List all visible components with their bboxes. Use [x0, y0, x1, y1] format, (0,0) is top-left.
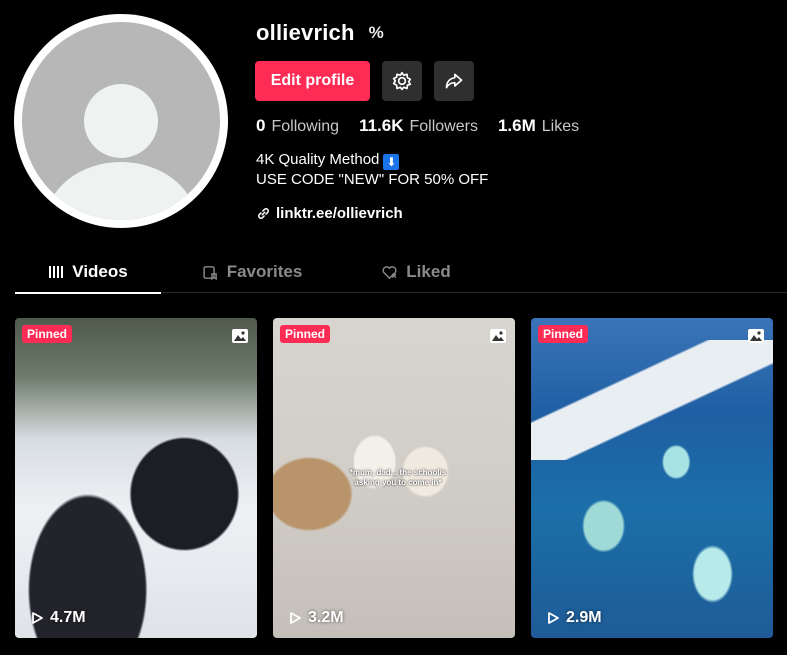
username: ollievrich [256, 20, 355, 45]
stat-label: Followers [409, 118, 478, 135]
share-arrow-icon [445, 73, 463, 89]
views-text: 3.2M [308, 609, 344, 626]
avatar[interactable] [14, 14, 228, 228]
stat-following[interactable]: 0 Following [256, 116, 339, 136]
play-icon [290, 612, 301, 624]
stat-followers[interactable]: 11.6K Followers [359, 116, 478, 136]
profile-bio: 4K Quality Method ⬇ USE CODE "NEW" FOR 50… [256, 150, 488, 190]
pinned-badge: Pinned [538, 325, 589, 343]
tab-videos[interactable]: Videos [15, 251, 161, 294]
tab-label: Favorites [226, 262, 303, 281]
grid-lines-icon [49, 266, 64, 278]
pinned-badge: Pinned [280, 325, 331, 343]
link-text: linktr.ee/ollievrich [276, 205, 403, 222]
photo-icon [490, 329, 506, 343]
tab-favorites[interactable]: Favorites [179, 251, 325, 293]
views-text: 4.7M [50, 609, 86, 626]
stat-likes: 1.6M Likes [498, 116, 579, 136]
heart-icon [382, 265, 397, 279]
video-caption: *mum, dad... the schoolis asking you to … [349, 468, 447, 487]
bio-text: 4K Quality Method [256, 151, 380, 168]
tab-label: Videos [72, 262, 128, 281]
profile-page: ollievrich % Edit profile 0 Following 11… [0, 0, 787, 655]
tab-liked[interactable]: Liked [343, 251, 489, 293]
play-icon [548, 612, 559, 624]
stat-label: Following [271, 118, 340, 135]
stat-number: 0 [256, 116, 266, 135]
bio-line-2: USE CODE "NEW" FOR 50% OFF [256, 171, 489, 188]
view-count: 2.9M [546, 609, 602, 627]
username-row: ollievrich % [256, 20, 384, 46]
stat-number: 11.6K [359, 116, 404, 135]
photo-icon [232, 329, 248, 343]
airplane-wing-image [531, 340, 773, 460]
tab-label: Liked [406, 262, 451, 281]
view-count: 3.2M [288, 609, 344, 627]
view-count: 4.7M [30, 609, 86, 627]
avatar-head-shape [84, 84, 158, 158]
profile-actions: Edit profile [255, 61, 474, 101]
video-card[interactable]: Pinned 4.7M [15, 318, 257, 638]
avatar-placeholder [22, 22, 220, 220]
video-card[interactable]: Pinned *mum, dad... the schoolis asking … [273, 318, 515, 638]
link-icon [258, 208, 269, 219]
share-button[interactable] [434, 61, 474, 101]
profile-stats: 0 Following 11.6K Followers 1.6M Likes [256, 116, 579, 136]
stat-label: Likes [541, 118, 580, 135]
settings-button[interactable] [382, 61, 422, 101]
pinned-badge: Pinned [22, 325, 73, 343]
profile-link[interactable]: linktr.ee/ollievrich [256, 205, 403, 222]
edit-profile-button[interactable]: Edit profile [255, 61, 370, 101]
bookmark-icon [203, 265, 217, 280]
bio-line-1: 4K Quality Method ⬇ [256, 150, 488, 170]
views-text: 2.9M [566, 609, 602, 626]
photo-icon [748, 329, 764, 343]
stat-number: 1.6M [497, 116, 536, 135]
avatar-body-shape [46, 162, 196, 220]
user-badge: % [368, 23, 384, 42]
video-grid: Pinned 4.7M Pinned *mum, dad... the scho… [15, 318, 773, 638]
gear-icon [392, 71, 412, 91]
video-card[interactable]: Pinned 2.9M [531, 318, 773, 638]
down-arrow-emoji-icon: ⬇ [383, 154, 400, 170]
play-icon [32, 612, 43, 624]
profile-tabs: Videos Favorites Liked [15, 251, 787, 294]
